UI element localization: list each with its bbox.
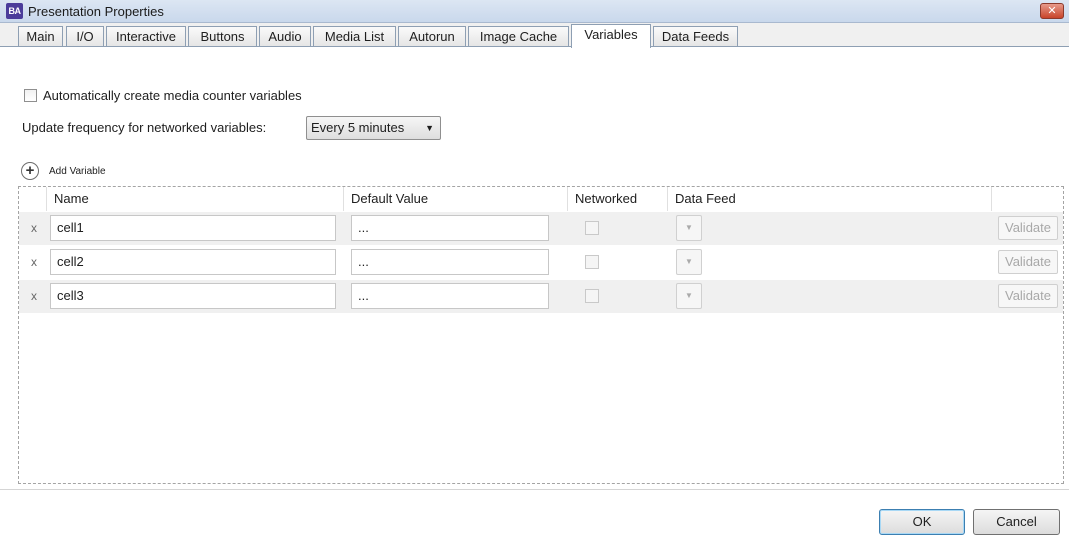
tab-variables[interactable]: Variables [571, 24, 651, 48]
data-feed-dropdown[interactable]: ▼ [676, 283, 702, 309]
tab-audio[interactable]: Audio [259, 26, 311, 47]
table-row: x cell1 ... ▼ Validate [19, 212, 1063, 245]
validate-button[interactable]: Validate [998, 284, 1058, 308]
delete-row-icon[interactable]: x [31, 255, 37, 269]
footer-divider [0, 489, 1069, 490]
variable-name-input[interactable]: cell3 [50, 283, 336, 309]
grid-header-validate [992, 187, 1063, 211]
update-frequency-dropdown[interactable]: Every 5 minutes ▼ [306, 116, 441, 140]
grid-header-data-feed[interactable]: Data Feed [668, 187, 992, 211]
tab-image-cache[interactable]: Image Cache [468, 26, 569, 47]
variable-name-input[interactable]: cell2 [50, 249, 336, 275]
networked-checkbox[interactable] [585, 221, 599, 235]
data-feed-dropdown[interactable]: ▼ [676, 215, 702, 241]
grid-header-networked[interactable]: Networked [568, 187, 668, 211]
ok-button[interactable]: OK [879, 509, 965, 535]
default-value-input[interactable]: ... [351, 249, 549, 275]
tab-autorun[interactable]: Autorun [398, 26, 466, 47]
grid-header-name[interactable]: Name [47, 187, 344, 211]
default-value-input[interactable]: ... [351, 215, 549, 241]
tab-io[interactable]: I/O [66, 26, 104, 47]
grid-header-delete [19, 187, 47, 211]
cancel-button[interactable]: Cancel [973, 509, 1060, 535]
chevron-down-icon: ▼ [425, 123, 434, 133]
add-variable-icon[interactable]: + [21, 162, 39, 180]
networked-checkbox[interactable] [585, 289, 599, 303]
title-bar: BA Presentation Properties ✕ [0, 0, 1069, 23]
data-feed-dropdown[interactable]: ▼ [676, 249, 702, 275]
tab-interactive[interactable]: Interactive [106, 26, 186, 47]
update-frequency-label: Update frequency for networked variables… [22, 120, 267, 135]
tab-data-feeds[interactable]: Data Feeds [653, 26, 738, 47]
update-frequency-value: Every 5 minutes [311, 120, 405, 135]
add-variable-button[interactable]: Add Variable [49, 166, 106, 177]
delete-row-icon[interactable]: x [31, 289, 37, 303]
validate-button[interactable]: Validate [998, 250, 1058, 274]
default-value-input[interactable]: ... [351, 283, 549, 309]
auto-counter-label: Automatically create media counter varia… [43, 88, 302, 103]
grid-header-default-value[interactable]: Default Value [344, 187, 568, 211]
close-button[interactable]: ✕ [1040, 3, 1064, 19]
validate-button[interactable]: Validate [998, 216, 1058, 240]
tab-main[interactable]: Main [18, 26, 63, 47]
auto-counter-checkbox[interactable] [24, 89, 37, 102]
table-row: x cell2 ... ▼ Validate [19, 246, 1063, 279]
window-title: Presentation Properties [28, 4, 164, 19]
tab-buttons[interactable]: Buttons [188, 26, 257, 47]
tab-media-list[interactable]: Media List [313, 26, 396, 47]
variable-name-input[interactable]: cell1 [50, 215, 336, 241]
delete-row-icon[interactable]: x [31, 221, 37, 235]
table-row: x cell3 ... ▼ Validate [19, 280, 1063, 313]
app-logo-icon: BA [6, 3, 23, 19]
networked-checkbox[interactable] [585, 255, 599, 269]
